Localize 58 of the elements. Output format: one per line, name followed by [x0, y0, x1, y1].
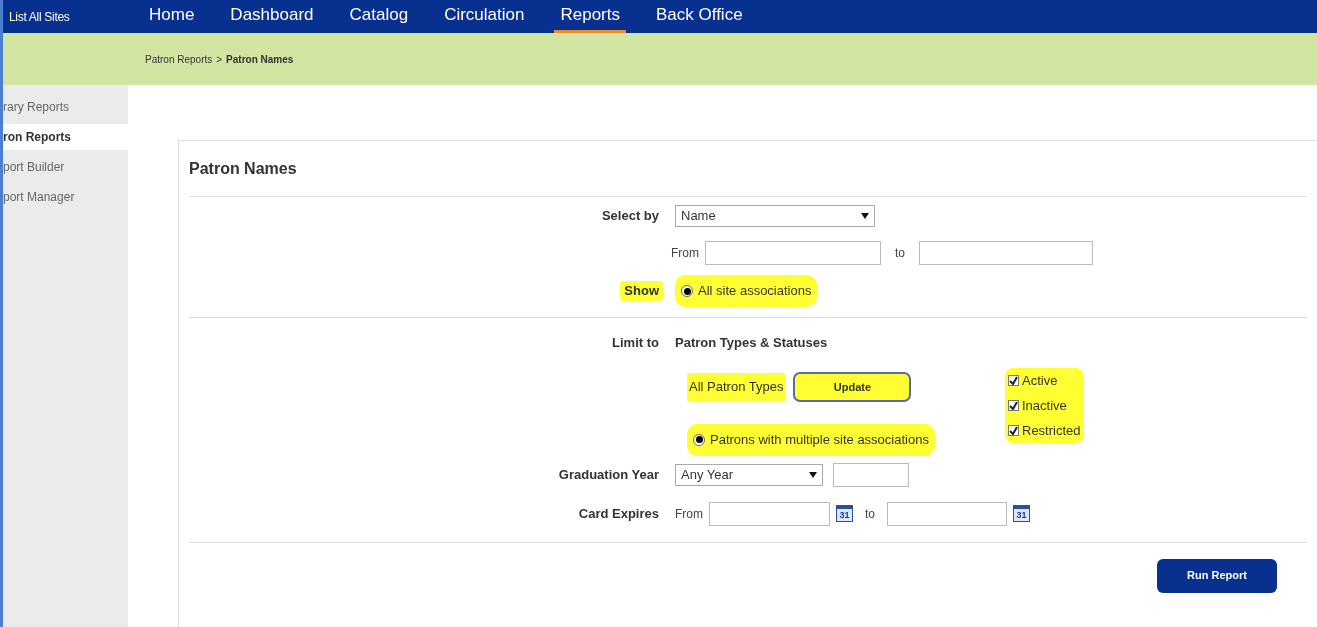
sidebar-item[interactable]: ron Reports [3, 124, 128, 150]
checkbox[interactable] [1008, 400, 1019, 411]
breadcrumb-link[interactable]: Patron Reports [145, 51, 213, 67]
dropdown-value: Any Year [681, 465, 734, 484]
nav-tab[interactable]: Circulation [438, 0, 531, 33]
patron-types-label: All Patron Types [687, 373, 786, 401]
caret-icon [809, 471, 817, 478]
status-checkbox-row[interactable]: Active [1008, 368, 1081, 393]
checkbox-label: Inactive [1022, 396, 1067, 415]
field-label: Limit to [611, 334, 660, 353]
field-label: Graduation Year [557, 465, 660, 484]
input-field[interactable] [705, 241, 881, 265]
field-label: Select by [600, 207, 660, 226]
nav-tab[interactable]: Dashboard [224, 0, 320, 33]
panel-title: Patron Names [189, 141, 1307, 197]
checkbox-label: Restricted [1022, 421, 1081, 440]
list-all-sites-link[interactable]: List All Sites [3, 7, 143, 26]
radio-option[interactable]: All site associations [675, 275, 818, 307]
sidebar-item[interactable]: port Manager [3, 184, 128, 210]
nav-tab[interactable]: Catalog [343, 0, 415, 33]
checkbox[interactable] [1008, 375, 1019, 386]
status-checkbox-row[interactable]: Restricted [1008, 418, 1081, 443]
option-label: Patrons with multiple site associations [710, 431, 929, 449]
sidebar-item[interactable]: port Builder [3, 154, 128, 180]
calendar-icon[interactable]: 31 [836, 505, 853, 522]
section-heading: Patron Types & Statuses [675, 334, 828, 353]
calendar-icon[interactable]: 31 [1013, 505, 1030, 522]
input-field[interactable] [919, 241, 1093, 265]
input-field[interactable] [833, 462, 909, 487]
checkbox-label: Active [1022, 371, 1058, 390]
dropdown[interactable]: Name [675, 205, 875, 227]
checkmark-icon [1009, 426, 1018, 435]
update-button[interactable]: Update [793, 372, 912, 402]
nav-tab[interactable]: Back Office [650, 0, 749, 33]
checkbox[interactable] [1008, 425, 1019, 436]
breadcrumb-current: Patron Names [226, 52, 294, 67]
dropdown[interactable]: Any Year [675, 463, 823, 486]
checkmark-icon [1009, 401, 1018, 410]
status-checkbox-row[interactable]: Inactive [1008, 393, 1081, 418]
field-label: Show [620, 281, 663, 301]
dropdown-value: Name [681, 207, 716, 226]
run-report-button[interactable]: Run Report [1157, 558, 1277, 593]
field-label: From [675, 505, 703, 523]
nav-tab[interactable]: Home [143, 0, 201, 33]
radio-button[interactable] [681, 285, 693, 297]
field-label: to [895, 245, 905, 262]
option-label: All site associations [698, 282, 812, 301]
input-field[interactable] [709, 501, 830, 526]
input-field[interactable] [887, 501, 1007, 526]
field-label: to [865, 505, 875, 523]
radio-option[interactable]: Patrons with multiple site associations [687, 424, 935, 456]
field-label: From [671, 245, 699, 262]
caret-icon [861, 213, 869, 219]
sidebar-item[interactable]: rary Reports [3, 94, 128, 120]
checkmark-icon [1009, 376, 1018, 385]
field-label: Card Expires [577, 504, 660, 523]
breadcrumb-separator: > [216, 52, 223, 67]
radio-button[interactable] [693, 433, 705, 446]
